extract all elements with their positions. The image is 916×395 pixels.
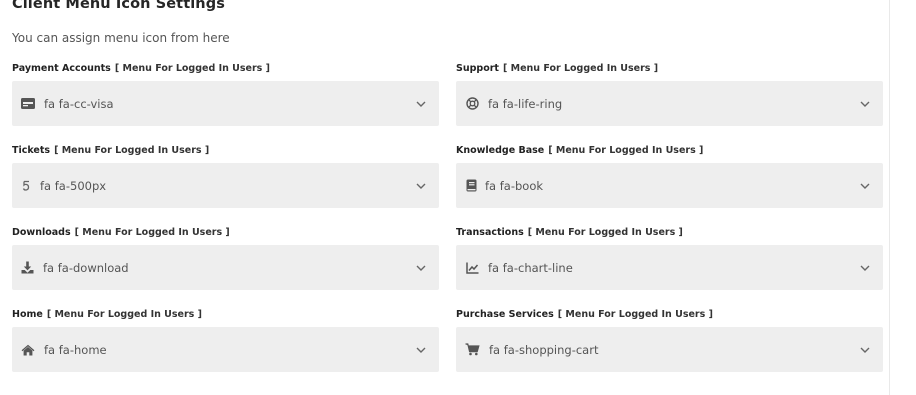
field-label: Downloads <box>12 227 71 238</box>
transactions-icon-select[interactable]: fa fa-chart-line <box>456 245 883 290</box>
cc-visa-icon <box>21 97 35 111</box>
field-transactions: Transactions[ Menu For Logged In Users ]… <box>456 226 883 290</box>
page-title: Client Menu Icon Settings <box>12 0 225 12</box>
home-icon-select[interactable]: fa fa-home <box>12 327 439 372</box>
field-knowledge-base: Knowledge Base[ Menu For Logged In Users… <box>456 144 883 208</box>
field-hint: [ Menu For Logged In Users ] <box>527 227 683 238</box>
field-label: Purchase Services <box>456 309 554 320</box>
tickets-icon-select[interactable]: fa fa-500px <box>12 163 439 208</box>
selected-value: fa fa-book <box>485 178 544 193</box>
panel-right-border <box>889 0 890 395</box>
field-support: Support[ Menu For Logged In Users ] fa f… <box>456 62 883 126</box>
field-hint: [ Menu For Logged In Users ] <box>548 145 704 156</box>
field-hint: [ Menu For Logged In Users ] <box>557 309 713 320</box>
page-subtitle: You can assign menu icon from here <box>12 31 230 45</box>
life-ring-icon <box>465 97 479 111</box>
settings-grid: Payment Accounts[ Menu For Logged In Use… <box>12 62 883 372</box>
field-hint: [ Menu For Logged In Users ] <box>46 309 202 320</box>
field-label: Tickets <box>12 145 51 156</box>
field-hint: [ Menu For Logged In Users ] <box>502 63 659 74</box>
field-home: Home[ Menu For Logged In Users ] fa fa-h… <box>12 308 439 372</box>
selected-value: fa fa-500px <box>40 178 107 193</box>
chevron-down-icon <box>415 180 427 192</box>
field-label: Payment Accounts <box>12 63 111 74</box>
field-payment-accounts: Payment Accounts[ Menu For Logged In Use… <box>12 62 439 126</box>
chevron-down-icon <box>859 98 871 110</box>
field-purchase-services: Purchase Services[ Menu For Logged In Us… <box>456 308 883 372</box>
chevron-down-icon <box>859 344 871 356</box>
home-icon <box>21 343 35 357</box>
chevron-down-icon <box>415 344 427 356</box>
chevron-down-icon <box>415 98 427 110</box>
chevron-down-icon <box>859 262 871 274</box>
field-hint: [ Menu For Logged In Users ] <box>54 145 210 156</box>
book-icon <box>465 179 477 193</box>
downloads-icon-select[interactable]: fa fa-download <box>12 245 439 290</box>
payment-accounts-icon-select[interactable]: fa fa-cc-visa <box>12 81 439 126</box>
chevron-down-icon <box>859 180 871 192</box>
chevron-down-icon <box>415 262 427 274</box>
field-label: Home <box>12 309 43 320</box>
field-hint: [ Menu For Logged In Users ] <box>74 227 230 238</box>
support-icon-select[interactable]: fa fa-life-ring <box>456 81 883 126</box>
knowledge-base-icon-select[interactable]: fa fa-book <box>456 163 883 208</box>
selected-value: fa fa-home <box>44 342 107 357</box>
field-label: Knowledge Base <box>456 145 545 156</box>
field-downloads: Downloads[ Menu For Logged In Users ] fa… <box>12 226 439 290</box>
field-tickets: Tickets[ Menu For Logged In Users ] fa f… <box>12 144 439 208</box>
selected-value: fa fa-chart-line <box>488 260 573 275</box>
selected-value: fa fa-download <box>43 260 129 275</box>
field-label: Transactions <box>456 227 524 238</box>
field-label: Support <box>456 63 499 74</box>
shopping-cart-icon <box>465 343 480 357</box>
selected-value: fa fa-life-ring <box>488 96 563 111</box>
download-icon <box>21 261 34 275</box>
selected-value: fa fa-shopping-cart <box>489 342 599 357</box>
500px-icon <box>21 179 31 193</box>
field-hint: [ Menu For Logged In Users ] <box>114 63 270 74</box>
chart-line-icon <box>465 261 479 275</box>
purchase-services-icon-select[interactable]: fa fa-shopping-cart <box>456 327 883 372</box>
selected-value: fa fa-cc-visa <box>44 96 114 111</box>
